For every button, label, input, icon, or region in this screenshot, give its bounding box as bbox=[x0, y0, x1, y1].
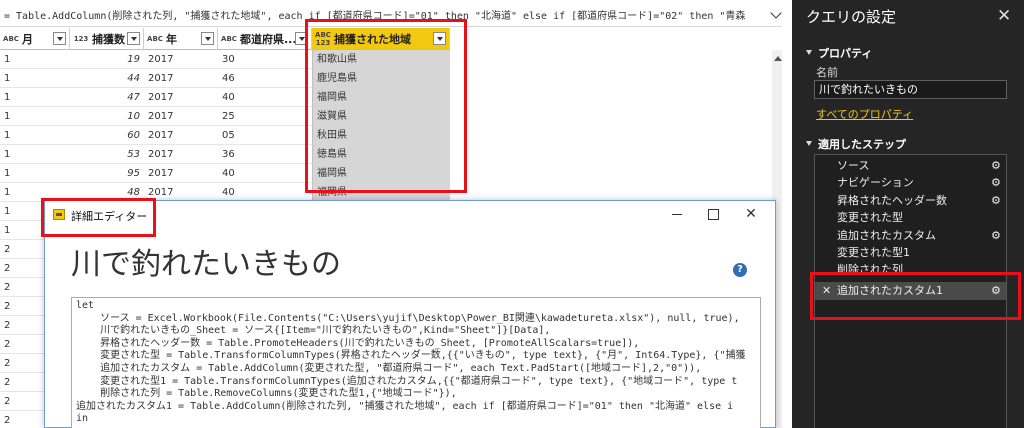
table-cell[interactable]: 40 bbox=[218, 88, 312, 107]
table-cell[interactable]: 2017 bbox=[144, 126, 218, 145]
applied-step-item[interactable]: 変更された型1 bbox=[815, 244, 1006, 262]
table-cell[interactable]: 1 bbox=[0, 50, 70, 69]
table-cell[interactable]: 2017 bbox=[144, 50, 218, 69]
table-cell[interactable]: 10 bbox=[70, 107, 144, 126]
step-label: 昇格されたヘッダー数 bbox=[837, 193, 947, 207]
maximize-button[interactable] bbox=[703, 205, 723, 223]
scroll-up-icon[interactable] bbox=[774, 56, 782, 61]
minimize-button[interactable] bbox=[667, 205, 687, 223]
table-cell[interactable]: 2017 bbox=[144, 107, 218, 126]
table-cell[interactable]: 2017 bbox=[144, 69, 218, 88]
table-cell[interactable]: 1 bbox=[0, 145, 70, 164]
step-label: 変更された型 bbox=[837, 211, 903, 225]
table-cell[interactable]: 1 bbox=[0, 164, 70, 183]
applied-step-item[interactable]: ナビゲーション ⚙ bbox=[815, 174, 1006, 192]
applied-step-item[interactable]: ソース ⚙ bbox=[815, 157, 1006, 175]
table-cell[interactable]: 1 bbox=[0, 69, 70, 88]
table-cell[interactable]: 95 bbox=[70, 164, 144, 183]
steps-title-label: 適用したステップ bbox=[818, 138, 906, 151]
table-cell[interactable]: 2017 bbox=[144, 88, 218, 107]
gear-icon[interactable]: ⚙ bbox=[991, 174, 1001, 192]
table-cell[interactable]: 36 bbox=[218, 145, 312, 164]
table-cell[interactable]: 53 bbox=[70, 145, 144, 164]
step-label: 追加されたカスタム bbox=[837, 228, 936, 242]
panel-title: クエリの設定 bbox=[806, 8, 897, 26]
table-cell[interactable]: 46 bbox=[218, 69, 312, 88]
code-text[interactable]: let ソース = Excel.Workbook(File.Contents("… bbox=[72, 298, 760, 428]
text-type-icon[interactable]: ABC bbox=[144, 35, 166, 43]
dropdown-icon[interactable] bbox=[53, 32, 66, 45]
column-header-year[interactable]: ABC 年 bbox=[144, 28, 218, 50]
number-type-icon[interactable]: 123 bbox=[70, 35, 92, 43]
table-cell[interactable]: 19 bbox=[70, 50, 144, 69]
step-label: 変更された型1 bbox=[837, 246, 910, 259]
query-name-input[interactable]: 川で釣れたいきもの bbox=[814, 80, 1007, 99]
table-cell[interactable]: 40 bbox=[218, 164, 312, 183]
column-header-prefecture-code[interactable]: ABC 都道府県... bbox=[218, 28, 312, 50]
column-header-label: 月 bbox=[22, 32, 33, 46]
step-label: ナビゲーション bbox=[837, 176, 914, 190]
applied-step-item[interactable]: 昇格されたヘッダー数 ⚙ bbox=[815, 192, 1006, 210]
column-header-month[interactable]: ABC 月 bbox=[0, 28, 70, 50]
table-cell[interactable]: 05 bbox=[218, 126, 312, 145]
applied-step-item[interactable]: 変更された型 bbox=[815, 209, 1006, 227]
collapse-triangle-icon[interactable] bbox=[806, 50, 812, 55]
table-cell[interactable]: 2017 bbox=[144, 164, 218, 183]
gear-icon[interactable]: ⚙ bbox=[991, 227, 1001, 245]
text-type-icon[interactable]: ABC bbox=[0, 35, 22, 43]
table-cell[interactable]: 44 bbox=[70, 69, 144, 88]
table-cell[interactable]: 25 bbox=[218, 107, 312, 126]
query-settings-panel: クエリの設定 ✕ プロパティ 名前 川で釣れたいきもの すべてのプロパティ 適用… bbox=[792, 0, 1024, 428]
table-cell[interactable]: 47 bbox=[70, 88, 144, 107]
highlight-box-active-step bbox=[810, 272, 1021, 320]
help-icon[interactable]: ? bbox=[733, 263, 747, 277]
column-header-label: 捕獲数 bbox=[92, 32, 125, 46]
gear-icon[interactable]: ⚙ bbox=[991, 157, 1001, 175]
table-cell[interactable]: 1 bbox=[0, 88, 70, 107]
query-heading: 川で釣れたいきもの bbox=[71, 247, 341, 282]
table-cell[interactable]: 2017 bbox=[144, 145, 218, 164]
name-label: 名前 bbox=[816, 66, 838, 79]
close-button[interactable]: ✕ bbox=[741, 205, 761, 223]
table-cell[interactable]: 1 bbox=[0, 107, 70, 126]
code-editor[interactable]: let ソース = Excel.Workbook(File.Contents("… bbox=[71, 297, 761, 428]
dropdown-icon[interactable] bbox=[127, 32, 140, 45]
text-type-icon[interactable]: ABC bbox=[218, 35, 240, 43]
step-label: ソース bbox=[837, 159, 870, 172]
properties-section-title[interactable]: プロパティ bbox=[806, 45, 872, 61]
column-header-label: 都道府県... bbox=[240, 32, 295, 46]
gear-icon[interactable]: ⚙ bbox=[991, 192, 1001, 210]
dropdown-icon[interactable] bbox=[201, 32, 214, 45]
table-cell[interactable]: 1 bbox=[0, 126, 70, 145]
table-cell[interactable]: 30 bbox=[218, 50, 312, 69]
highlight-box-dialog-title bbox=[41, 198, 156, 237]
all-properties-link[interactable]: すべてのプロパティ bbox=[816, 106, 913, 122]
column-header-label: 年 bbox=[166, 32, 177, 46]
applied-step-item[interactable]: 追加されたカスタム ⚙ bbox=[815, 227, 1006, 245]
table-cell[interactable]: 60 bbox=[70, 126, 144, 145]
properties-title-label: プロパティ bbox=[818, 47, 873, 60]
highlight-box-column bbox=[305, 19, 467, 193]
applied-steps-section-title[interactable]: 適用したステップ bbox=[806, 136, 906, 152]
collapse-triangle-icon[interactable] bbox=[806, 141, 812, 146]
column-header-count[interactable]: 123 捕獲数 bbox=[70, 28, 144, 50]
close-icon[interactable]: ✕ bbox=[997, 6, 1011, 26]
